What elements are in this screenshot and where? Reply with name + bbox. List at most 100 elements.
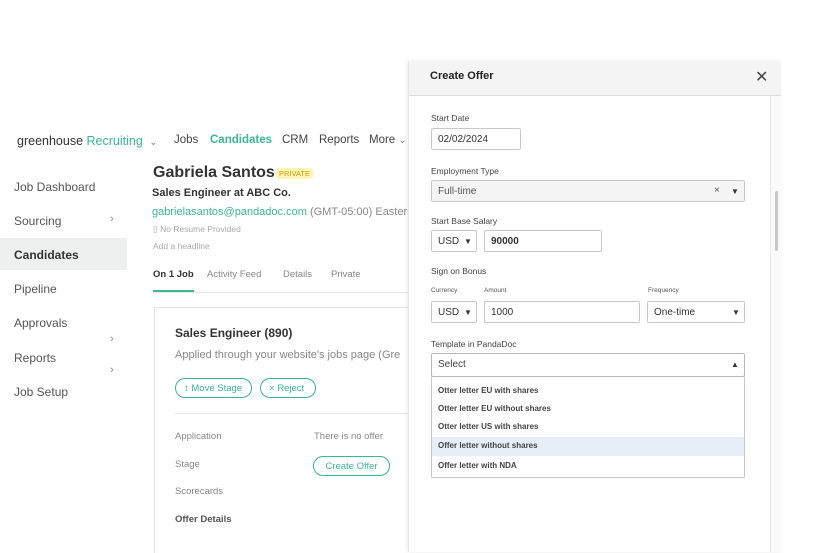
base-currency-value: USD [438,236,460,247]
sidebar-item-label: Reports [14,351,57,365]
brand-logo[interactable]: greenhouse Recruiting ⌄ [17,134,158,148]
clear-icon[interactable]: × [714,185,720,196]
employment-type-label: Employment Type [431,166,499,176]
sidebar-item-sourcing[interactable]: Sourcing › [0,204,127,236]
sidebar-item-label: Sourcing [14,214,62,228]
reject-button[interactable]: × Reject [260,378,316,398]
sidebar-item-label: Approvals [14,316,68,330]
reject-label: Reject [277,383,305,394]
template-label: Template in PandaDoc [431,339,517,349]
template-option[interactable]: Otter letter EU with shares [432,382,744,400]
chevron-right-icon: › [110,213,114,225]
bonus-amount-input[interactable]: 1000 [484,301,640,323]
stage-label: Stage [175,459,200,470]
card-divider [175,413,408,414]
candidate-title: Sales Engineer at ABC Co. [152,187,291,199]
tab-on-job[interactable]: On 1 Job [153,269,194,280]
template-option[interactable]: Otter letter EU without shares [432,400,744,418]
template-option-label: Otter letter EU without shares [438,404,551,413]
candidate-contact: gabrielasantos@pandadoc.com (GMT-05:00) … [152,206,413,218]
template-option-highlighted[interactable]: Offer letter without shares [432,437,744,456]
template-dropdown-list: Otter letter EU with shares Otter letter… [431,377,745,478]
close-icon: × [269,383,275,394]
sidebar-item-label: Candidates [14,248,79,262]
template-option-label: Otter letter US with shares [438,422,539,431]
sidebar-item-pipeline[interactable]: Pipeline [0,272,127,304]
sidebar-item-label: Pipeline [14,282,57,296]
job-title: Sales Engineer (890) [175,326,293,340]
bonus-currency-select[interactable]: USD ▼ [431,301,477,323]
template-option-label: Offer letter with NDA [438,461,517,470]
sidebar-item-job-dashboard[interactable]: Job Dashboard [0,170,127,202]
move-icon: ↕ [184,383,189,394]
sidebar-item-label: Job Setup [14,385,69,399]
candidate-email-link[interactable]: gabrielasantos@pandadoc.com [152,206,307,218]
sidebar: Job Dashboard Sourcing › Candidates Pipe… [0,166,127,426]
bonus-frequency-select[interactable]: One-time ▼ [647,301,745,323]
caret-down-icon: ▼ [464,308,472,317]
caret-down-icon: ▼ [732,308,740,317]
modal-header: Create Offer ✕ [409,61,781,96]
add-headline-link[interactable]: Add a headline [153,241,210,251]
close-icon[interactable]: ✕ [755,67,768,87]
candidate-timezone: (GMT-05:00) Eastern [306,206,414,218]
modal-title: Create Offer [430,70,494,82]
template-option-label: Offer letter without shares [438,441,538,450]
base-salary-input[interactable]: 90000 [484,230,602,252]
nav-link-jobs[interactable]: Jobs [174,134,198,146]
sidebar-item-candidates[interactable]: Candidates [0,238,127,270]
base-salary-value: 90000 [491,236,519,247]
tab-details[interactable]: Details [283,269,312,280]
application-value: There is no offer [314,431,384,442]
scrollbar-thumb[interactable] [775,191,778,251]
template-select-value: Select [438,359,466,370]
tab-private[interactable]: Private [331,269,361,280]
tabs-divider [153,292,408,293]
nav-link-reports[interactable]: Reports [319,134,359,146]
application-label: Application [175,431,222,442]
frequency-label: Frequency [648,287,679,294]
resume-status-text: No Resume Provided [160,224,241,234]
application-source: Applied through your website's jobs page… [175,349,401,361]
brand-accent: Recruiting [86,134,143,148]
template-option-label: Otter letter EU with shares [438,386,539,395]
move-stage-label: Move Stage [191,383,243,394]
sidebar-item-approvals[interactable]: Approvals › [0,306,127,345]
start-date-value: 02/02/2024 [438,134,489,145]
base-currency-select[interactable]: USD ▼ [431,230,477,252]
brand-name: greenhouse [17,134,84,148]
private-badge: PRIVATE [275,168,314,179]
modal-scrollbar[interactable] [770,96,782,552]
bonus-frequency-value: One-time [654,307,696,318]
template-select[interactable]: Select ▲ [431,353,745,377]
start-date-input[interactable]: 02/02/2024 [431,128,521,150]
create-offer-button[interactable]: Create Offer [313,456,390,476]
resume-status: ▯ No Resume Provided [153,224,241,235]
template-option[interactable]: Offer letter with NDA [432,457,744,475]
move-stage-button[interactable]: ↕ Move Stage [175,378,252,398]
tab-activity-feed[interactable]: Activity Feed [207,269,261,280]
employment-type-value: Full-time [438,186,477,197]
caret-down-icon: ▼ [731,187,739,196]
bonus-amount-value: 1000 [491,307,514,318]
offer-details-heading: Offer Details [175,514,232,525]
base-salary-label: Start Base Salary [431,216,498,226]
nav-link-more-label: More [369,134,396,146]
nav-link-candidates[interactable]: Candidates [210,134,272,146]
sidebar-item-reports[interactable]: Reports › [0,341,127,376]
candidate-name: Gabriela Santos [153,164,275,181]
nav-link-crm[interactable]: CRM [282,134,308,146]
template-option[interactable]: Otter letter US with shares [432,418,744,436]
chevron-down-icon: ⌄ [398,135,407,146]
caret-up-icon: ▲ [731,360,739,369]
nav-link-more[interactable]: More ⌄ [369,134,407,146]
top-nav: greenhouse Recruiting ⌄ Jobs Candidates … [0,126,420,156]
sidebar-item-job-setup[interactable]: Job Setup [0,375,127,407]
currency-label: Currency [431,287,458,294]
start-date-label: Start Date [431,113,470,123]
bonus-currency-value: USD [438,307,460,318]
caret-down-icon: ▼ [464,237,472,246]
employment-type-select[interactable]: Full-time × ▼ [431,180,745,202]
scorecards-label: Scorecards [175,486,224,497]
bonus-label: Sign on Bonus [431,266,487,276]
